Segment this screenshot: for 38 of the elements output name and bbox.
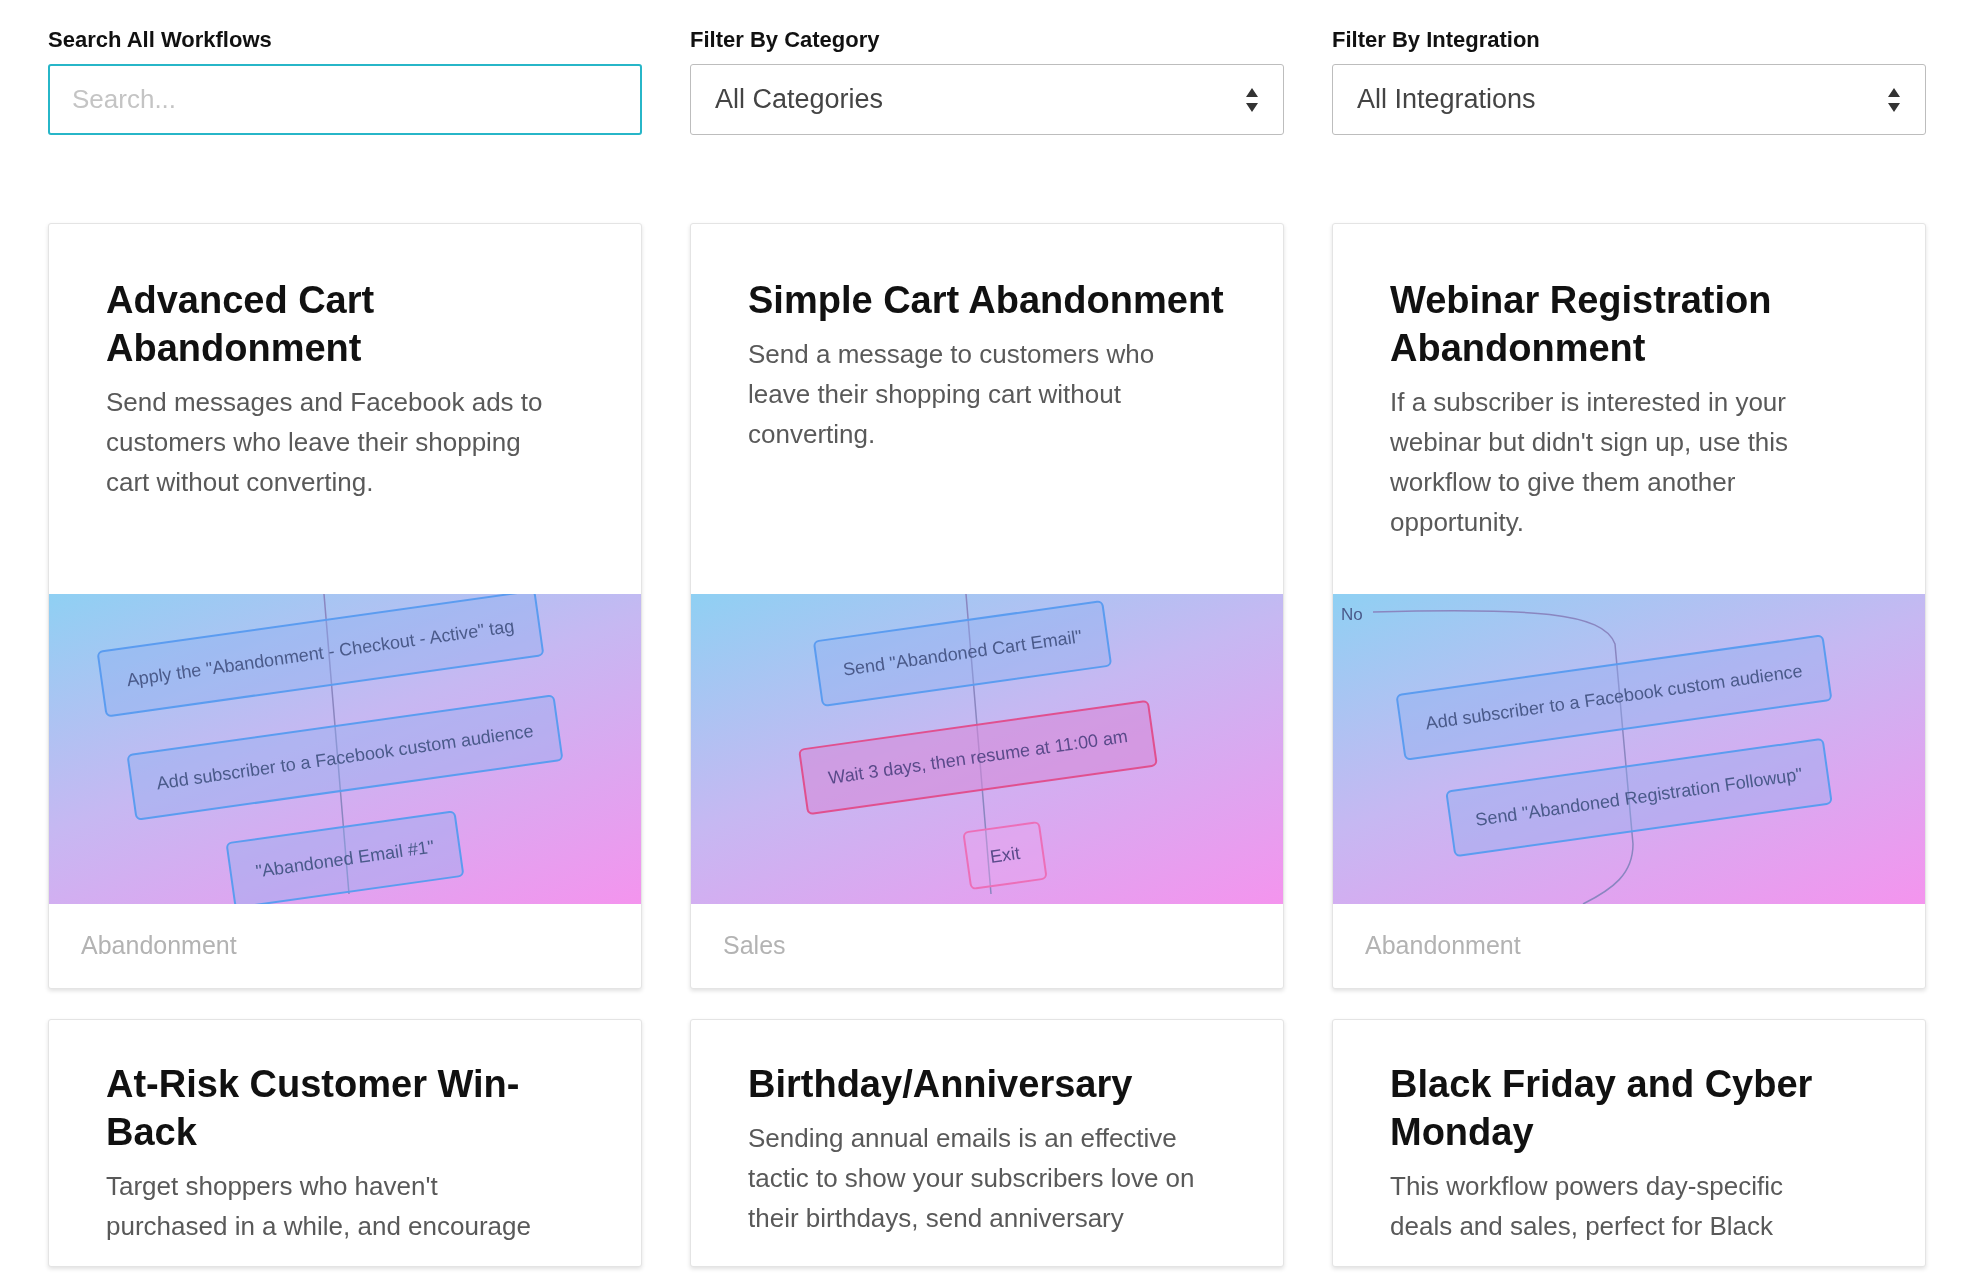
workflow-step: "Abandoned Email #1" xyxy=(225,810,465,904)
sort-arrows-icon xyxy=(1245,86,1259,113)
card-description: Sending annual emails is an effective tactic to show your subscribers love on their birthdays, send anniversary xyxy=(748,1122,1196,1235)
filter-select[interactable]: All Integrations xyxy=(1332,64,1926,135)
workflow-step: Apply the "Abandonment - Checkout - Active" tag xyxy=(96,594,545,718)
workflow-step: Add subscriber to a Facebook custom audience xyxy=(126,694,564,821)
workflow-card[interactable] xyxy=(48,223,642,989)
filter-label: Filter By Integration xyxy=(1332,26,1541,54)
workflow-step: Exit xyxy=(962,820,1048,891)
workflow-step: Send "Abandoned Registration Followup" xyxy=(1445,737,1833,858)
card-description: If a subscriber is interested in your webinar but didn't sign up, use this workflow to give them another opportunity. xyxy=(1390,386,1790,539)
workflow-step: Add subscriber to a Facebook custom audience xyxy=(1395,634,1833,761)
card-description: Target shoppers who haven't purchased in a while, and encourage xyxy=(106,1170,532,1243)
card-title: At-Risk Customer Win-Back xyxy=(106,1062,521,1155)
card-title: Simple Cart Abandonment xyxy=(748,278,1225,323)
card-description: Send a message to customers who leave their shopping cart without converting. xyxy=(748,338,1156,451)
workflow-card[interactable]: Simple Cart Abandonment Send a message to customers who leave their shopping cart without converting. Send "Abandoned Cart Email" Wait 3 days, then resume at 11:00 am Exit Sales xyxy=(690,223,1284,989)
category-tag: Sales xyxy=(723,927,786,965)
workflow-card[interactable]: Black Friday and Cyber Monday This workflow powers day-specific deals and sales, perfect for Black xyxy=(1332,1019,1926,1267)
filter-select[interactable]: All Categories xyxy=(690,64,1284,135)
workflow-step: Send "Abandoned Cart Email" xyxy=(812,599,1113,708)
search-field[interactable]: Search... xyxy=(48,64,642,135)
workflow-card[interactable]: At-Risk Customer Win-Back Target shoppers who haven't purchased in a while, and encourage xyxy=(48,1019,642,1267)
filter-label: Filter By Category xyxy=(690,26,881,54)
search-label: Search All Workflows xyxy=(48,26,273,54)
workflow-step: Wait 3 days, then resume at 11:00 am xyxy=(798,699,1159,816)
card-title: Black Friday and Cyber Monday xyxy=(1390,1062,1814,1155)
workflow-card[interactable]: Birthday/Anniversary Sending annual emails is an effective tactic to show your subscribers love on their birthdays, send anniversary xyxy=(690,1019,1284,1267)
category-tag: Abandonment xyxy=(81,927,237,965)
card-description: This workflow powers day-specific deals and sales, perfect for Black xyxy=(1390,1170,1784,1243)
workflow-card[interactable] xyxy=(1332,223,1926,989)
card-title: Advanced Cart Abandonment xyxy=(106,278,376,371)
sort-arrows-icon xyxy=(1887,86,1901,113)
card-title: Birthday/Anniversary xyxy=(748,1062,1134,1107)
card-title: Webinar Registration Abandonment xyxy=(1390,278,1773,371)
category-tag: Abandonment xyxy=(1365,927,1521,965)
card-description: Send messages and Facebook ads to customers who leave their shopping cart without converting. xyxy=(106,386,544,499)
branch-label: No xyxy=(1341,604,1363,626)
